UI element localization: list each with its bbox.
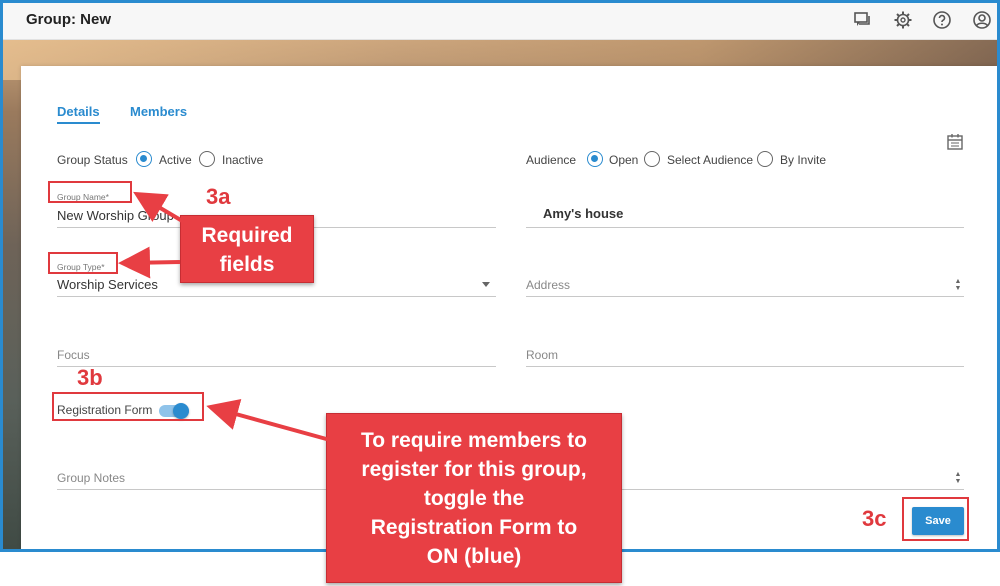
room-field[interactable]: Room <box>526 341 964 367</box>
tab-details[interactable]: Details <box>57 104 100 124</box>
status-inactive-label: Inactive <box>222 153 264 167</box>
group-name-value: New Worship Group <box>57 208 174 223</box>
tab-members[interactable]: Members <box>130 104 187 119</box>
page-title: Group: New <box>26 11 111 28</box>
audience-label: Audience <box>526 153 577 167</box>
instruction-callout: To require members to register for this … <box>326 413 622 583</box>
account-icon[interactable] <box>972 10 992 30</box>
step-3a-label: 3a <box>206 184 231 209</box>
group-notes-placeholder: Group Notes <box>57 471 126 485</box>
audience-invite-radio[interactable] <box>757 151 773 167</box>
step-3c-label: 3c <box>862 506 887 531</box>
group-name-highlight <box>48 181 132 203</box>
instruction-line-1: To require members to <box>361 429 587 452</box>
focus-placeholder: Focus <box>57 348 90 362</box>
required-fields-line2: fields <box>219 253 275 276</box>
instruction-line-3: toggle the <box>423 487 525 510</box>
registration-form-highlight <box>52 392 204 421</box>
group-type-highlight <box>48 252 118 274</box>
address-placeholder: Address <box>526 278 571 292</box>
chat-icon[interactable] <box>853 10 873 30</box>
audience-select-label: Select Audience <box>667 153 754 167</box>
focus-field[interactable]: Focus <box>57 341 496 367</box>
location-value: Amy's house <box>543 206 624 221</box>
group-status-label: Group Status <box>57 153 128 167</box>
audience-open-label: Open <box>609 153 639 167</box>
gear-icon[interactable] <box>893 10 913 30</box>
chevron-down-icon[interactable] <box>482 282 490 287</box>
stepper-icon[interactable]: ▲ ▼ <box>954 278 962 292</box>
required-fields-callout: Required fields <box>180 215 314 283</box>
calendar-icon[interactable] <box>946 133 964 151</box>
instruction-line-4: Registration Form to <box>370 516 578 539</box>
stepper-icon[interactable]: ▲ ▼ <box>954 471 962 485</box>
top-bar: Group: New <box>3 3 997 40</box>
status-active-radio[interactable] <box>136 151 152 167</box>
room-placeholder: Room <box>526 348 559 362</box>
audience-invite-label: By Invite <box>780 153 827 167</box>
step-3b-label: 3b <box>77 365 103 390</box>
location-field[interactable]: Amy's house <box>526 202 964 228</box>
status-inactive-radio[interactable] <box>199 151 215 167</box>
instruction-line-5: ON (blue) <box>426 545 522 568</box>
group-type-value: Worship Services <box>57 277 158 292</box>
audience-select-radio[interactable] <box>644 151 660 167</box>
address-field[interactable]: Address ▲ ▼ <box>526 271 964 297</box>
required-fields-line1: Required <box>201 224 293 247</box>
help-icon[interactable] <box>932 10 952 30</box>
instruction-line-2: register for this group, <box>361 458 587 481</box>
status-active-label: Active <box>159 153 192 167</box>
audience-open-radio[interactable] <box>587 151 603 167</box>
save-button-highlight <box>902 497 969 541</box>
